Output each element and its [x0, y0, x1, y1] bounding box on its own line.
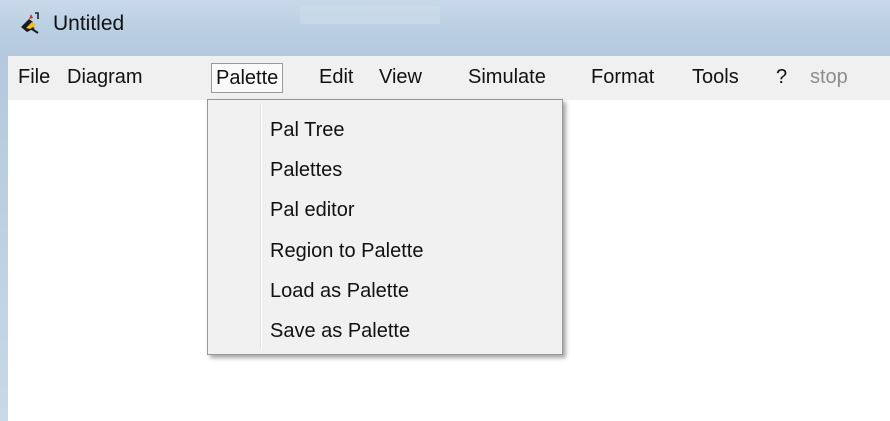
background-window-ghost — [300, 6, 440, 24]
menu-simulate[interactable]: Simulate — [464, 64, 550, 90]
window-title: Untitled — [53, 12, 125, 35]
window-titlebar: Untitled — [0, 0, 890, 56]
menu-file[interactable]: File — [14, 64, 54, 90]
menu-icon-gutter — [260, 103, 262, 349]
window-border-left — [0, 56, 8, 421]
menu-item-load-as-palette[interactable]: Load as Palette — [270, 280, 409, 303]
palette-dropdown-menu: Pal Tree Palettes Pal editor Region to P… — [207, 99, 563, 355]
menu-bar: File Diagram Palette Edit View Simulate … — [8, 56, 890, 101]
menu-stop[interactable]: stop — [806, 64, 852, 90]
menu-help[interactable]: ? — [772, 64, 791, 90]
scilab-bird-icon — [21, 12, 39, 34]
menu-tools[interactable]: Tools — [688, 64, 743, 90]
menu-view[interactable]: View — [375, 64, 426, 90]
menu-format[interactable]: Format — [587, 64, 658, 90]
menu-item-region-to-palette[interactable]: Region to Palette — [270, 240, 423, 263]
menu-item-palettes[interactable]: Palettes — [270, 159, 342, 182]
menu-edit[interactable]: Edit — [315, 64, 357, 90]
menu-item-pal-editor[interactable]: Pal editor — [270, 199, 355, 222]
menu-palette[interactable]: Palette — [211, 63, 284, 93]
menu-item-save-as-palette[interactable]: Save as Palette — [270, 320, 410, 343]
menu-diagram[interactable]: Diagram — [63, 64, 147, 90]
menu-item-pal-tree[interactable]: Pal Tree — [270, 119, 344, 142]
